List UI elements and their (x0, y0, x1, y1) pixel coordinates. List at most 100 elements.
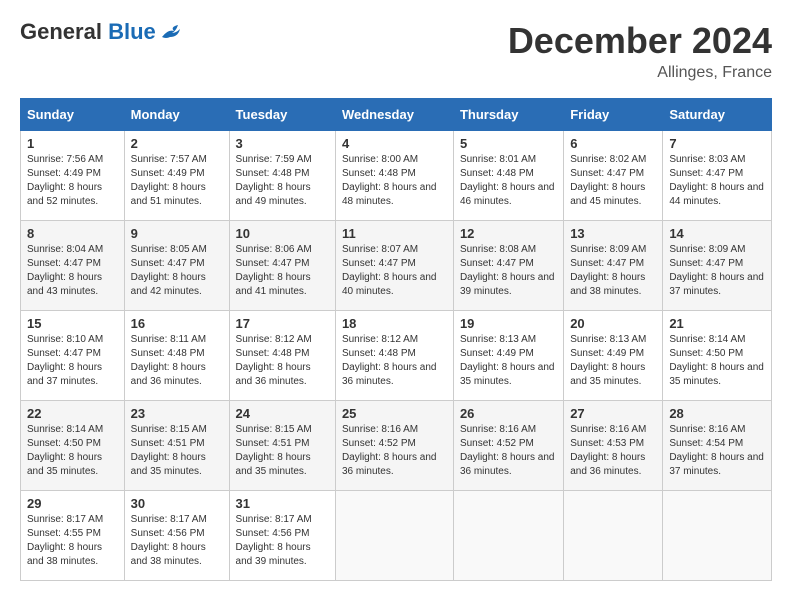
calendar-cell: 11 Sunrise: 8:07 AMSunset: 4:47 PMDayligh… (335, 221, 453, 311)
day-number: 21 (669, 316, 765, 331)
calendar-cell: 9Sunrise: 8:05 AMSunset: 4:47 PMDaylight… (124, 221, 229, 311)
calendar-cell: 25 Sunrise: 8:16 AMSunset: 4:52 PMDayligh… (335, 401, 453, 491)
day-number: 12 (460, 226, 557, 241)
calendar-cell: 17 Sunrise: 8:12 AMSunset: 4:48 PMDayligh… (229, 311, 335, 401)
day-info: Sunrise: 8:13 AMSunset: 4:49 PMDaylight:… (570, 333, 656, 389)
day-info: Sunrise: 8:09 AMSunset: 4:47 PMDaylight:… (570, 243, 656, 299)
calendar-cell: 27 Sunrise: 8:16 AMSunset: 4:53 PMDayligh… (564, 401, 663, 491)
day-number: 3 (236, 136, 329, 151)
day-number: 23 (131, 406, 223, 421)
calendar-cell: 8 Sunrise: 8:04 AMSunset: 4:47 PMDaylight… (21, 221, 125, 311)
day-info: Sunrise: 7:59 AMSunset: 4:48 PMDaylight:… (236, 153, 329, 209)
day-number: 6 (570, 136, 656, 151)
day-number: 15 (27, 316, 118, 331)
day-info: Sunrise: 8:16 AMSunset: 4:53 PMDaylight:… (570, 423, 656, 479)
weekday-header-wednesday: Wednesday (335, 99, 453, 131)
calendar-week-row: 15 Sunrise: 8:10 AMSunset: 4:47 PMDayligh… (21, 311, 772, 401)
calendar-cell: 29Sunrise: 8:17 AMSunset: 4:55 PMDayligh… (21, 491, 125, 581)
calendar-week-row: 22Sunrise: 8:14 AMSunset: 4:50 PMDayligh… (21, 401, 772, 491)
day-info: Sunrise: 8:16 AMSunset: 4:52 PMDaylight:… (342, 423, 447, 479)
calendar-cell: 20 Sunrise: 8:13 AMSunset: 4:49 PMDayligh… (564, 311, 663, 401)
calendar-week-row: 29Sunrise: 8:17 AMSunset: 4:55 PMDayligh… (21, 491, 772, 581)
day-info: Sunrise: 8:14 AMSunset: 4:50 PMDaylight:… (669, 333, 765, 389)
calendar-cell: 6Sunrise: 8:02 AMSunset: 4:47 PMDaylight… (564, 131, 663, 221)
day-number: 1 (27, 136, 118, 151)
weekday-header-sunday: Sunday (21, 99, 125, 131)
calendar-cell: 2Sunrise: 7:57 AMSunset: 4:49 PMDaylight… (124, 131, 229, 221)
day-info: Sunrise: 8:12 AMSunset: 4:48 PMDaylight:… (342, 333, 447, 389)
day-number: 25 (342, 406, 447, 421)
calendar-cell: 12 Sunrise: 8:08 AMSunset: 4:47 PMDayligh… (453, 221, 563, 311)
day-number: 28 (669, 406, 765, 421)
day-number: 8 (27, 226, 118, 241)
calendar-week-row: 8 Sunrise: 8:04 AMSunset: 4:47 PMDaylight… (21, 221, 772, 311)
month-title: December 2024 (508, 20, 772, 62)
day-info: Sunrise: 8:04 AMSunset: 4:47 PMDaylight:… (27, 243, 118, 299)
day-info: Sunrise: 8:10 AMSunset: 4:47 PMDaylight:… (27, 333, 118, 389)
day-number: 17 (236, 316, 329, 331)
weekday-header-thursday: Thursday (453, 99, 563, 131)
weekday-header-friday: Friday (564, 99, 663, 131)
header: General Blue December 2024 Allinges, Fra… (20, 20, 772, 82)
calendar-cell: 28 Sunrise: 8:16 AMSunset: 4:54 PMDayligh… (663, 401, 772, 491)
weekday-header-saturday: Saturday (663, 99, 772, 131)
day-number: 14 (669, 226, 765, 241)
day-info: Sunrise: 8:01 AMSunset: 4:48 PMDaylight:… (460, 153, 557, 209)
day-info: Sunrise: 8:00 AMSunset: 4:48 PMDaylight:… (342, 153, 447, 209)
day-number: 31 (236, 496, 329, 511)
logo-general: General (20, 19, 102, 44)
day-number: 16 (131, 316, 223, 331)
calendar-cell: 22Sunrise: 8:14 AMSunset: 4:50 PMDayligh… (21, 401, 125, 491)
day-number: 26 (460, 406, 557, 421)
calendar-cell (453, 491, 563, 581)
calendar-cell: 24 Sunrise: 8:15 AMSunset: 4:51 PMDayligh… (229, 401, 335, 491)
day-number: 2 (131, 136, 223, 151)
day-number: 30 (131, 496, 223, 511)
calendar-cell: 1Sunrise: 7:56 AMSunset: 4:49 PMDaylight… (21, 131, 125, 221)
calendar-cell: 19 Sunrise: 8:13 AMSunset: 4:49 PMDayligh… (453, 311, 563, 401)
logo-blue: Blue (108, 19, 156, 44)
calendar-cell (663, 491, 772, 581)
day-info: Sunrise: 8:15 AMSunset: 4:51 PMDaylight:… (236, 423, 329, 479)
calendar-cell: 5 Sunrise: 8:01 AMSunset: 4:48 PMDaylight… (453, 131, 563, 221)
calendar-cell: 4 Sunrise: 8:00 AMSunset: 4:48 PMDaylight… (335, 131, 453, 221)
calendar-cell: 21 Sunrise: 8:14 AMSunset: 4:50 PMDayligh… (663, 311, 772, 401)
day-info: Sunrise: 8:12 AMSunset: 4:48 PMDaylight:… (236, 333, 329, 389)
calendar-cell: 14 Sunrise: 8:09 AMSunset: 4:47 PMDayligh… (663, 221, 772, 311)
day-info: Sunrise: 8:17 AMSunset: 4:56 PMDaylight:… (236, 513, 329, 569)
calendar-header-row: SundayMondayTuesdayWednesdayThursdayFrid… (21, 99, 772, 131)
calendar-cell: 7 Sunrise: 8:03 AMSunset: 4:47 PMDaylight… (663, 131, 772, 221)
day-number: 18 (342, 316, 447, 331)
calendar-table: SundayMondayTuesdayWednesdayThursdayFrid… (20, 98, 772, 581)
day-info: Sunrise: 8:15 AMSunset: 4:51 PMDaylight:… (131, 423, 223, 479)
day-number: 5 (460, 136, 557, 151)
day-info: Sunrise: 8:03 AMSunset: 4:47 PMDaylight:… (669, 153, 765, 209)
calendar-cell: 13 Sunrise: 8:09 AMSunset: 4:47 PMDayligh… (564, 221, 663, 311)
day-info: Sunrise: 8:08 AMSunset: 4:47 PMDaylight:… (460, 243, 557, 299)
day-info: Sunrise: 8:17 AMSunset: 4:55 PMDaylight:… (27, 513, 118, 569)
day-number: 13 (570, 226, 656, 241)
day-info: Sunrise: 8:16 AMSunset: 4:54 PMDaylight:… (669, 423, 765, 479)
day-number: 9 (131, 226, 223, 241)
day-number: 24 (236, 406, 329, 421)
calendar-cell: 16Sunrise: 8:11 AMSunset: 4:48 PMDayligh… (124, 311, 229, 401)
day-number: 4 (342, 136, 447, 151)
day-number: 7 (669, 136, 765, 151)
day-number: 11 (342, 226, 447, 241)
day-info: Sunrise: 8:09 AMSunset: 4:47 PMDaylight:… (669, 243, 765, 299)
day-number: 27 (570, 406, 656, 421)
day-info: Sunrise: 8:06 AMSunset: 4:47 PMDaylight:… (236, 243, 329, 299)
day-number: 19 (460, 316, 557, 331)
day-info: Sunrise: 8:07 AMSunset: 4:47 PMDaylight:… (342, 243, 447, 299)
calendar-cell: 31 Sunrise: 8:17 AMSunset: 4:56 PMDayligh… (229, 491, 335, 581)
day-info: Sunrise: 8:16 AMSunset: 4:52 PMDaylight:… (460, 423, 557, 479)
calendar-cell: 23 Sunrise: 8:15 AMSunset: 4:51 PMDayligh… (124, 401, 229, 491)
calendar-week-row: 1Sunrise: 7:56 AMSunset: 4:49 PMDaylight… (21, 131, 772, 221)
day-number: 20 (570, 316, 656, 331)
day-info: Sunrise: 8:13 AMSunset: 4:49 PMDaylight:… (460, 333, 557, 389)
calendar-cell (335, 491, 453, 581)
weekday-header-monday: Monday (124, 99, 229, 131)
weekday-header-tuesday: Tuesday (229, 99, 335, 131)
logo: General Blue (20, 20, 182, 44)
day-number: 22 (27, 406, 118, 421)
